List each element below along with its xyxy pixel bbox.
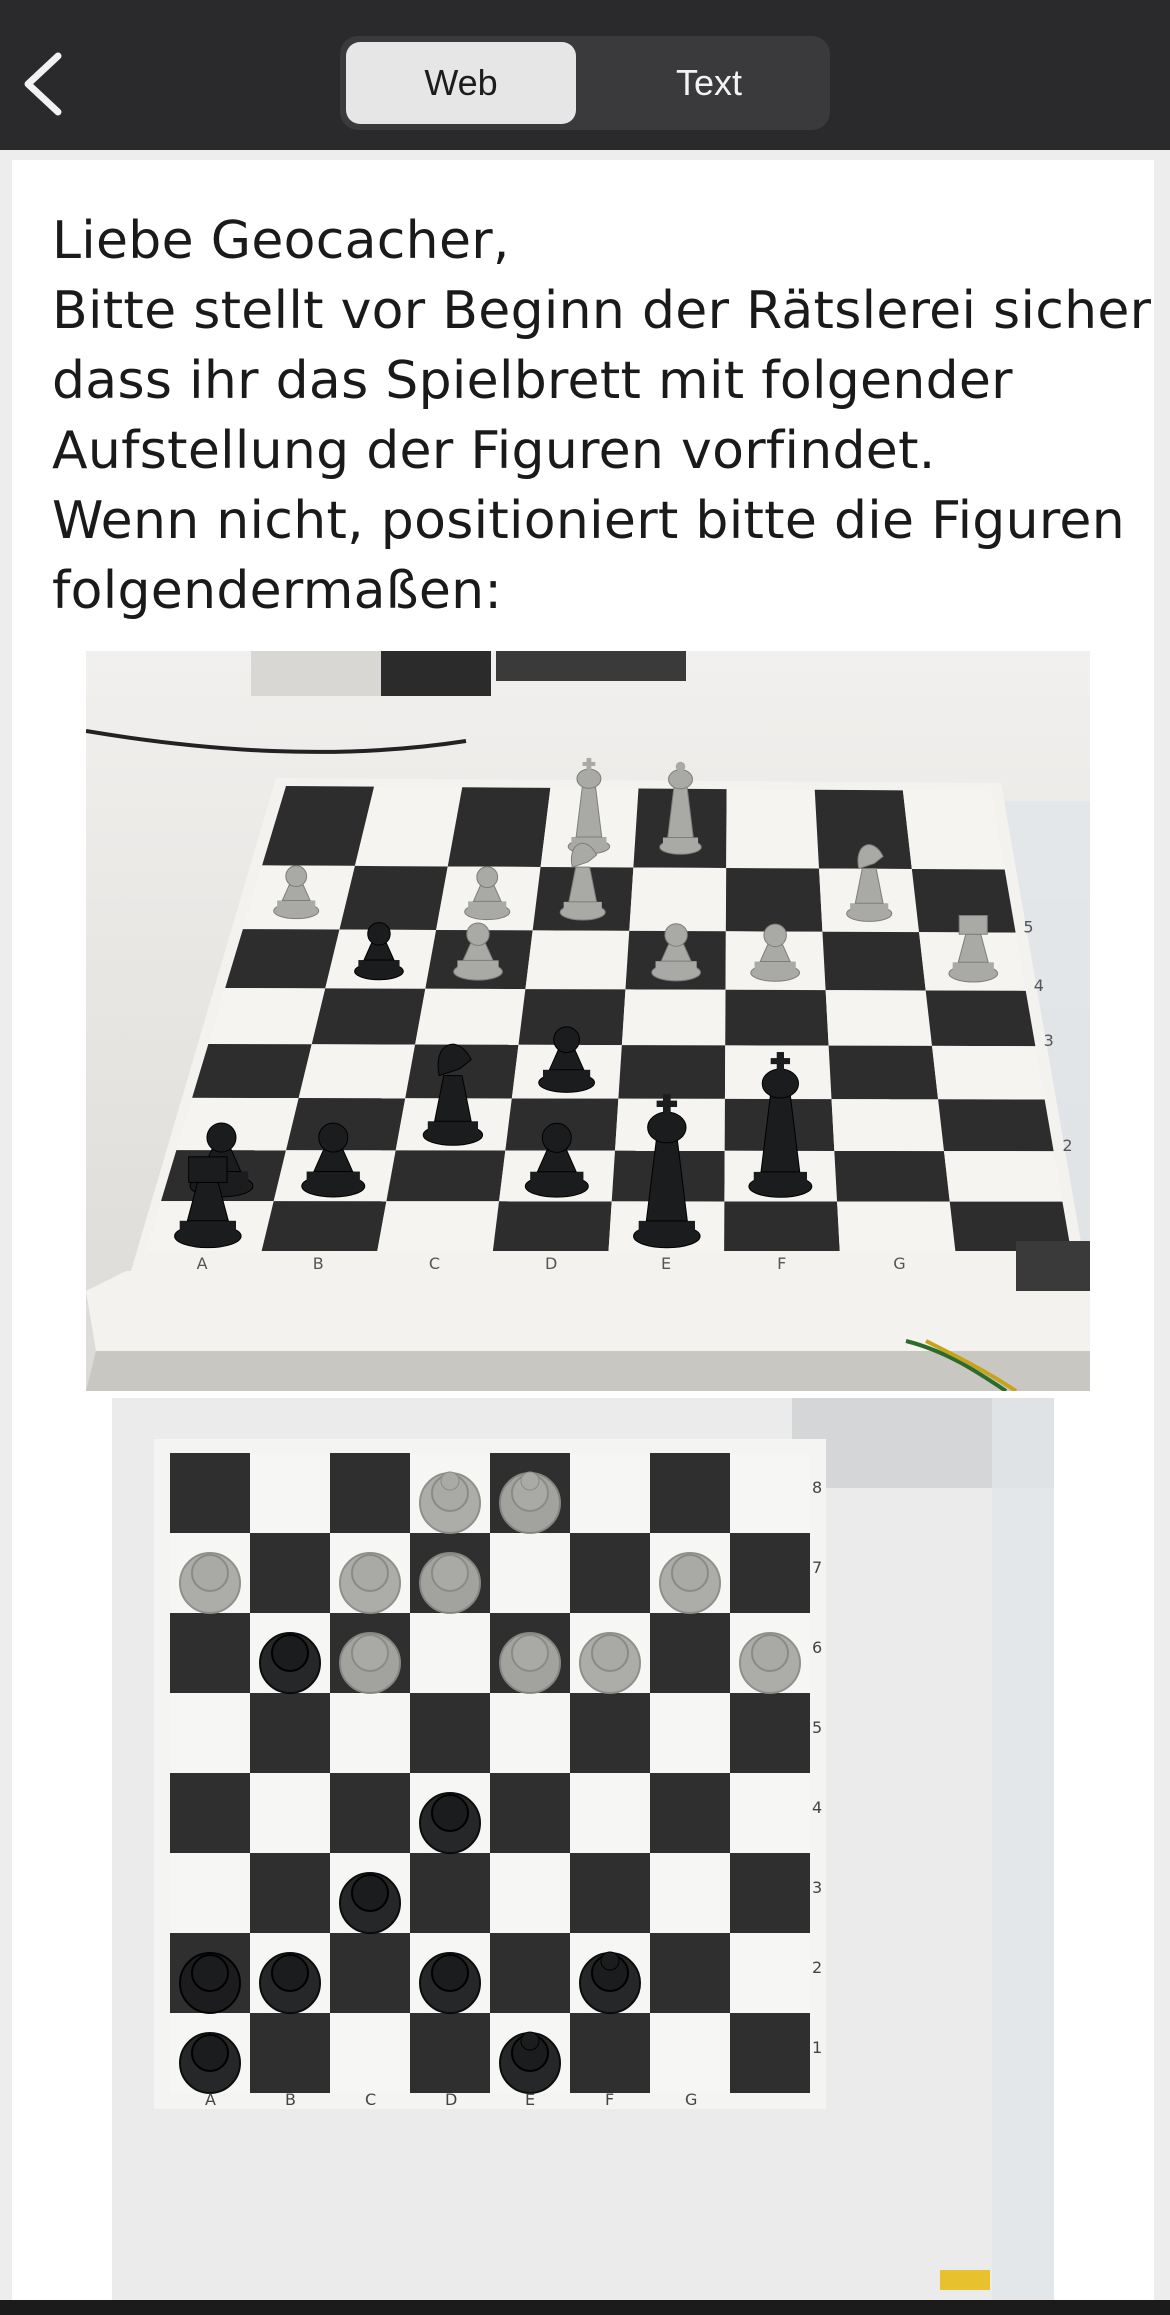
- segment-text[interactable]: Text: [594, 42, 824, 124]
- intro-line: Wenn nicht, positioniert bitte die Figur…: [52, 491, 1125, 551]
- board-rank-label: 6: [812, 1638, 822, 1657]
- pawn-piece: [179, 1952, 241, 2014]
- intro-line: Liebe Geocacher,: [52, 211, 510, 271]
- board-file-label: C: [429, 1254, 440, 1273]
- board-file-label: G: [893, 1254, 905, 1273]
- web-content-view[interactable]: Liebe Geocacher, Bitte stellt vor Beginn…: [12, 160, 1154, 2310]
- board-file-label: G: [685, 2090, 697, 2109]
- board-file-label: C: [365, 2090, 376, 2109]
- intro-line: dass ihr das Spielbrett mit folgender: [52, 351, 1013, 411]
- board-rank-label: 4: [812, 1798, 822, 1817]
- board-file-label: D: [445, 2090, 457, 2109]
- view-mode-segmented-control: Web Text: [340, 36, 830, 130]
- board-file-label: B: [285, 2090, 296, 2109]
- chessboard-perspective-image: A B C D E F G 2 3 4 5: [86, 651, 1090, 1391]
- top-navigation-bar: Web Text: [0, 0, 1170, 150]
- board-rank-label: 4: [1034, 976, 1044, 995]
- knight-piece: [659, 1552, 721, 1614]
- king-piece: [419, 1471, 481, 1534]
- pawn-piece: [419, 1792, 481, 1854]
- pawn-piece: [339, 1632, 401, 1694]
- segment-web[interactable]: Web: [346, 42, 576, 124]
- intro-line: folgendermaßen:: [52, 561, 503, 621]
- back-button[interactable]: [18, 50, 72, 118]
- knight-piece: [419, 1552, 481, 1614]
- king-piece: [499, 2031, 561, 2094]
- chessboard-topdown-photo: A B C D E F G 1 2 3 4 5 6 7 8: [112, 1398, 1054, 2310]
- pawn-piece: [579, 1632, 641, 1694]
- rook-piece: [739, 1632, 801, 1694]
- board-rank-label: 2: [812, 1958, 822, 1977]
- board-rank-label: 7: [812, 1558, 822, 1577]
- intro-line: Bitte stellt vor Beginn der Rätslerei si…: [52, 281, 1154, 341]
- board-file-label: A: [197, 1254, 208, 1273]
- pawn-piece: [339, 1552, 401, 1614]
- board-file-label: D: [545, 1254, 557, 1273]
- board-rank-label: 3: [1044, 1031, 1054, 1050]
- pawn-piece: [419, 1952, 481, 2014]
- rook-piece: [179, 2032, 241, 2094]
- chessboard-perspective-photo: A B C D E F G 2 3 4 5: [86, 651, 1090, 1391]
- board-file-label: E: [661, 1254, 671, 1273]
- board-file-label: F: [605, 2090, 614, 2109]
- chessboard-topdown-image: A B C D E F G 1 2 3 4 5 6 7 8: [112, 1398, 1054, 2310]
- intro-text: Liebe Geocacher, Bitte stellt vor Beginn…: [52, 206, 1154, 626]
- queen-piece: [499, 1471, 561, 1534]
- chevron-left-icon: [24, 52, 62, 116]
- board-rank-label: 2: [1062, 1136, 1072, 1155]
- board-file-label: F: [777, 1254, 786, 1273]
- board-file-label: A: [205, 2090, 216, 2109]
- board-file-label: E: [525, 2090, 535, 2109]
- pawn-piece: [259, 1952, 321, 2014]
- intro-line: Aufstellung der Figuren vorfindet.: [52, 421, 936, 481]
- board-file-label: B: [313, 1254, 324, 1273]
- board-rank-label: 8: [812, 1478, 822, 1497]
- king-piece: [579, 1951, 641, 2014]
- pawn-piece: [499, 1632, 561, 1694]
- board-rank-label: 3: [812, 1878, 822, 1897]
- pawn-piece: [259, 1632, 321, 1694]
- pawn-piece: [179, 1552, 241, 1614]
- board-rank-label: 1: [812, 2038, 822, 2057]
- board-rank-label: 5: [1023, 918, 1033, 937]
- knight-piece: [339, 1872, 401, 1934]
- bottom-edge: [0, 2300, 1170, 2315]
- board-rank-label: 5: [812, 1718, 822, 1737]
